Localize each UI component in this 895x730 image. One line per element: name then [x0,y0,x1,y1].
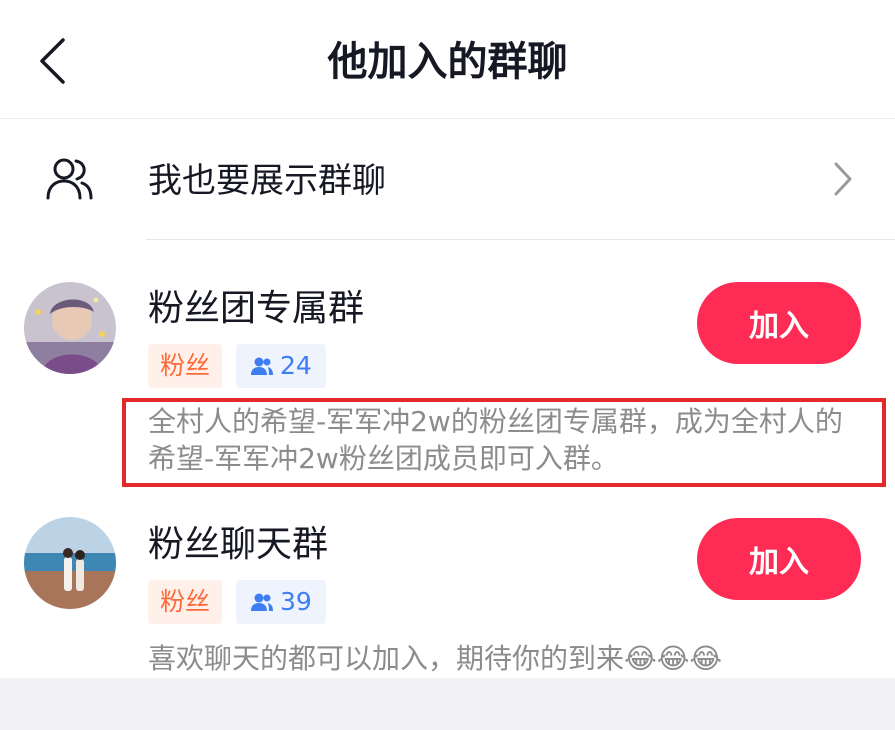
page-title: 他加入的群聊 [327,39,568,85]
fan-tag: 粉丝 [148,344,223,388]
member-count: 24 [280,351,312,380]
group-name: 粉丝团专属群 [148,288,365,329]
show-groups-label[interactable]: 我也要展示群聊 [148,156,386,206]
group-avatar[interactable] [24,282,116,374]
show-groups-row[interactable] [0,118,895,240]
highlight-box [122,398,886,487]
top-bar: 他加入的群聊 [0,0,895,119]
join-button[interactable]: 加入 [697,518,861,600]
divider [146,239,895,240]
members-icon [251,593,273,611]
avatar-image [24,282,116,374]
members-icon [251,357,273,375]
member-count-tag: 39 [236,580,326,624]
member-count-tag: 24 [236,344,326,388]
group-name: 粉丝聊天群 [148,524,329,565]
group-description: 喜欢聊天的都可以加入，期待你的到来😂😂😂 [148,642,723,675]
member-count: 39 [280,587,312,616]
join-button[interactable]: 加入 [697,282,861,364]
users-icon [46,158,93,200]
fan-tag: 粉丝 [148,580,223,624]
avatar-image [24,517,116,609]
chevron-right-icon[interactable] [832,160,854,198]
group-avatar[interactable] [24,517,116,609]
bottom-area [0,678,895,730]
